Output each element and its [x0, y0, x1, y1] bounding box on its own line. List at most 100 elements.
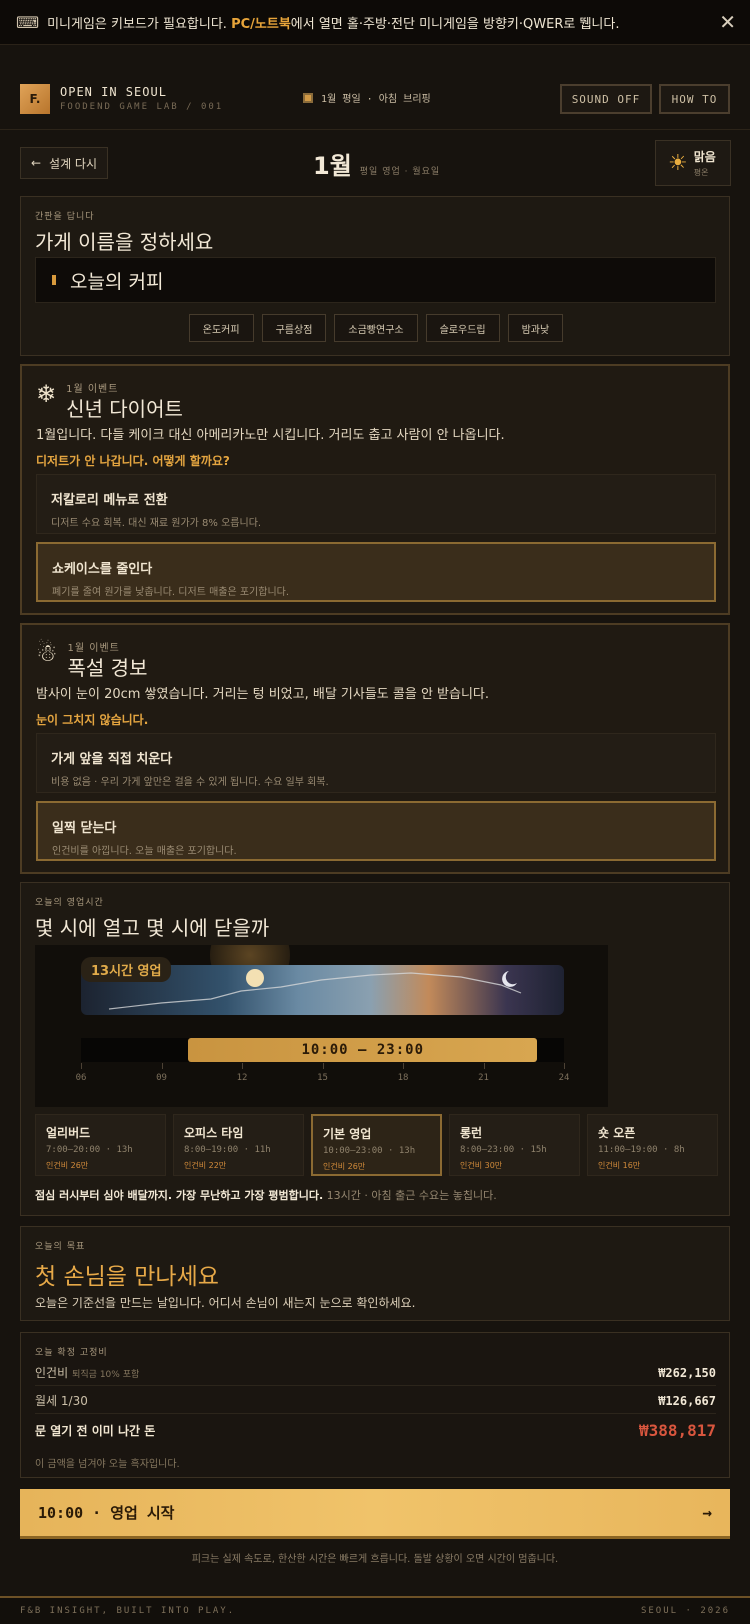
- name-chip[interactable]: 온도커피: [188, 314, 254, 342]
- preset-name: 오피스 타임: [184, 1126, 244, 1140]
- tick-mark: [81, 1063, 82, 1069]
- event-title: 신년 다이어트: [66, 397, 183, 421]
- sun-icon: ☀: [668, 150, 688, 176]
- preset-name: 롱런: [460, 1126, 483, 1140]
- preset-time: 10:00—23:00 · 13h: [323, 1146, 416, 1156]
- hours-eyebrow: 오늘의 영업시간: [35, 898, 104, 908]
- preset-basic-selected[interactable]: 기본 영업 10:00—23:00 · 13h 인건비 26만: [311, 1114, 442, 1176]
- event-option-selected[interactable]: 일찍 닫는다 인건비를 아낍니다. 오늘 매출은 포기합니다.: [36, 801, 716, 861]
- day-title: 1월 평일 영업 · 월요일: [313, 146, 440, 181]
- name-chip[interactable]: 밤과낮: [507, 314, 564, 342]
- store-name-input[interactable]: 오늘의 커피: [35, 257, 716, 303]
- tick-label: 21: [478, 1073, 489, 1083]
- tick-mark: [161, 1063, 163, 1069]
- labor-value: ₩262,150: [658, 1365, 716, 1380]
- weather-widget: ☀ 맑음 평온: [655, 140, 731, 186]
- hours-axis: 06 09 12 15 18 21 24: [76, 1063, 569, 1093]
- brand: OPEN IN SEOUL FOODEND GAME LAB / 001: [60, 85, 223, 112]
- cost-row-rent: 월세 1/30 ₩126,667: [35, 1392, 716, 1409]
- tick-label: 18: [397, 1073, 409, 1083]
- event-option-selected[interactable]: 쇼케이스를 줄인다 폐기를 줄여 원가를 낮춥니다. 디저트 매출은 포기합니다…: [36, 542, 716, 602]
- hours-badge: 13시간 영업: [81, 957, 172, 982]
- tick-mark: [564, 1063, 565, 1069]
- event-header: ❄ 1월 이벤트 신년 다이어트: [36, 380, 183, 422]
- redesign-back-button[interactable]: ← 설계 다시: [20, 147, 108, 179]
- weather-sub-label: 평온: [693, 168, 709, 177]
- hours-visualizer: 13시간 영업 10:00 — 23:00 06 09 12 15 18 21 24: [35, 945, 608, 1107]
- fixed-cost-card: 오늘 확정 고정비 인건비 퇴직금 10% 포함 ₩262,150 월세 1/30…: [20, 1332, 730, 1478]
- app-header: F. OPEN IN SEOUL FOODEND GAME LAB / 001 …: [0, 68, 750, 130]
- tick-label: 06: [75, 1073, 87, 1083]
- name-chip[interactable]: 구름상점: [261, 314, 327, 342]
- event-option[interactable]: 저칼로리 메뉴로 전환 디저트 수요 회복. 대신 재료 원가가 8% 오릅니다…: [36, 474, 716, 534]
- hour-tick: 09: [156, 1063, 167, 1083]
- back-button-label: 설계 다시: [49, 156, 98, 171]
- event-option[interactable]: 가게 앞을 직접 치운다 비용 없음 · 우리 가게 앞만은 걸을 수 있게 됩…: [36, 733, 716, 793]
- page-footer: F&B INSIGHT, BUILT INTO PLAY. SEOUL · 20…: [0, 1596, 750, 1624]
- event-title: 폭설 경보: [67, 656, 148, 680]
- briefing-label: 1월 평일 · 아침 브리핑: [321, 94, 431, 105]
- app-subtitle: FOODEND GAME LAB / 001: [60, 102, 224, 112]
- app-title: OPEN IN SEOUL: [60, 85, 167, 99]
- daily-goal-card: 오늘의 목표 첫 손님을 만나세요 오늘은 기준선을 만드는 날입니다. 어디서…: [20, 1226, 730, 1321]
- rent-value: ₩126,667: [658, 1393, 716, 1408]
- hours-note: 점심 러시부터 심야 배달까지. 가장 무난하고 가장 평범합니다. 13시간 …: [35, 1189, 497, 1202]
- tick-label: 15: [317, 1073, 328, 1083]
- sign-eyebrow: 간판을 답니다: [35, 212, 95, 222]
- hour-tick: 24: [559, 1063, 569, 1083]
- name-chip[interactable]: 소금빵연구소: [334, 314, 418, 342]
- name-suggestions: 온도커피 구름상점 소금빵연구소 슬로우드립 밤과낮: [21, 314, 731, 342]
- preset-cost: 인건비 26만: [323, 1162, 366, 1171]
- option-description: 비용 없음 · 우리 가게 앞만은 걸을 수 있게 됩니다. 수요 일부 회복.: [51, 777, 329, 788]
- preset-short-open[interactable]: 숏 오픈 11:00—19:00 · 8h 인건비 16만: [587, 1114, 718, 1176]
- arrow-left-icon: ←: [30, 156, 42, 170]
- footer-tagline: F&B INSIGHT, BUILT INTO PLAY.: [20, 1606, 236, 1616]
- option-description: 폐기를 줄여 원가를 낮춥니다. 디저트 매출은 포기합니다.: [52, 587, 290, 598]
- how-to-button[interactable]: HOW TO: [659, 84, 730, 114]
- tick-label: 09: [156, 1073, 167, 1083]
- start-button-label: 10:00 · 영업 시작: [38, 1504, 175, 1522]
- sign-title: 가게 이름을 정하세요: [35, 230, 214, 254]
- name-chip[interactable]: 슬로우드립: [425, 314, 500, 342]
- tick-mark: [242, 1063, 243, 1069]
- business-hours-card: 오늘의 영업시간 몇 시에 열고 몇 시에 닫을까 13시간 영업 10:00 …: [20, 882, 730, 1216]
- preset-office[interactable]: 오피스 타임 8:00—19:00 · 11h 인건비 22만: [173, 1114, 304, 1176]
- preset-early-bird[interactable]: 얼리버드 7:00—20:00 · 13h 인건비 26만: [35, 1114, 166, 1176]
- cost-row-labor: 인건비 퇴직금 10% 포함 ₩262,150: [35, 1364, 716, 1381]
- briefing-status: 1월 평일 · 아침 브리핑: [303, 90, 431, 105]
- weather-label: 맑음: [693, 150, 716, 164]
- event-question: 디저트가 안 나갑니다. 어떻게 할까요?: [36, 454, 230, 468]
- labor-note: 퇴직금 10% 포함: [72, 1370, 140, 1380]
- preset-name: 숏 오픈: [598, 1126, 636, 1140]
- sound-toggle-button[interactable]: SOUND OFF: [560, 84, 652, 114]
- option-description: 인건비를 아낍니다. 오늘 매출은 포기합니다.: [52, 846, 237, 857]
- goal-title: 첫 손님을 만나세요: [35, 1264, 219, 1290]
- preset-long-run[interactable]: 롱런 8:00—23:00 · 15h 인건비 30만: [449, 1114, 580, 1176]
- hours-presets: 얼리버드 7:00—20:00 · 13h 인건비 26만 오피스 타임 8:0…: [35, 1114, 718, 1176]
- hours-title: 몇 시에 열고 몇 시에 닫을까: [35, 916, 270, 940]
- cost-note: 이 금액을 넘겨야 오늘 흑자입니다.: [35, 1459, 180, 1470]
- goal-description: 오늘은 기준선을 만드는 날입니다. 어디서 손님이 새는지 눈으로 확인하세요…: [35, 1296, 416, 1310]
- keyboard-notice-text: 미니게임은 키보드가 필요합니다. PC/노트북에서 열면 홀·주방·전단 미니…: [47, 16, 620, 32]
- event-question: 눈이 그치지 않습니다.: [36, 713, 149, 727]
- start-business-button[interactable]: 10:00 · 영업 시작 →: [20, 1489, 730, 1539]
- cost-row-total: 문 열기 전 이미 나간 돈 ₩388,817: [35, 1421, 716, 1440]
- store-name-value: 오늘의 커피: [70, 270, 164, 293]
- arrow-right-icon: →: [702, 1503, 712, 1522]
- brand-logo[interactable]: F.: [20, 83, 50, 114]
- hour-tick: 15: [317, 1063, 328, 1083]
- footer-location: SEOUL · 2026: [640, 1606, 730, 1616]
- divider: [35, 1413, 716, 1414]
- snowflake-icon: ❄: [36, 380, 57, 408]
- close-icon[interactable]: ✕: [719, 10, 736, 34]
- hours-range-handle[interactable]: 10:00 — 23:00: [188, 1038, 538, 1062]
- option-title: 쇼케이스를 줄인다: [52, 562, 153, 577]
- total-label: 문 열기 전 이미 나간 돈: [35, 1424, 156, 1438]
- text-cursor: [52, 275, 56, 285]
- speed-note: 피크는 실제 속도로, 한산한 시간은 빠르게 흐릅니다. 돌발 상황이 오면 …: [191, 1554, 559, 1565]
- day-meta: 평일 영업 · 월요일: [359, 167, 441, 177]
- hour-tick: 06: [76, 1063, 86, 1083]
- event-header: ☃ 1월 이벤트 폭설 경보: [36, 639, 147, 681]
- tick-label: 12: [236, 1073, 248, 1083]
- rent-label: 월세 1/30: [35, 1394, 88, 1408]
